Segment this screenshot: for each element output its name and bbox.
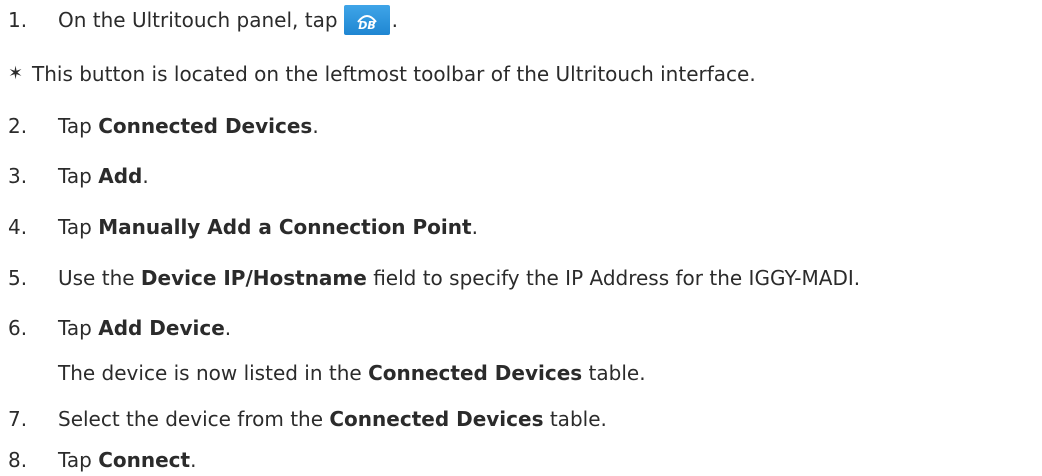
step-text: Tap Manually Add a Connection Point. bbox=[58, 215, 478, 239]
step-bold: Add bbox=[98, 164, 143, 188]
note-text: This button is located on the leftmost t… bbox=[32, 62, 756, 86]
star-icon: ✶ bbox=[8, 63, 24, 84]
step-text: Tap Connected Devices. bbox=[58, 114, 319, 138]
step-number: 7. bbox=[8, 407, 28, 431]
result-text: The device is now listed in the Connecte… bbox=[58, 361, 646, 385]
step-bold: Add Device bbox=[98, 316, 225, 340]
step-text-pre: On the Ultritouch panel, tap bbox=[58, 8, 338, 32]
step-bold: Manually Add a Connection Point bbox=[98, 215, 472, 239]
step-bold: Connected Devices bbox=[329, 407, 544, 431]
step-text: Tap Add. bbox=[58, 164, 149, 188]
step-number: 5. bbox=[8, 266, 28, 290]
step-text-post: . bbox=[391, 8, 398, 32]
result-bold: Connected Devices bbox=[368, 361, 583, 385]
step-bold: Connected Devices bbox=[98, 114, 313, 138]
step-number: 8. bbox=[8, 448, 28, 472]
step-text: On the Ultritouch panel, tap DB. bbox=[58, 4, 398, 37]
step-bold: Connect bbox=[98, 448, 191, 472]
step-text: Tap Add Device. bbox=[58, 316, 232, 340]
db-icon-label: DB bbox=[358, 19, 376, 32]
step-number: 4. bbox=[8, 215, 28, 239]
step-number: 2. bbox=[8, 114, 28, 138]
db-icon: DB bbox=[343, 4, 390, 35]
step-text: Select the device from the Connected Dev… bbox=[58, 407, 607, 431]
step-number: 6. bbox=[8, 316, 28, 340]
step-bold: Device IP/Hostname bbox=[140, 266, 367, 290]
step-number: 3. bbox=[8, 164, 28, 188]
step-text: Tap Connect. bbox=[58, 448, 197, 472]
step-number: 1. bbox=[8, 8, 28, 32]
step-text: Use the Device IP/Hostname field to spec… bbox=[58, 266, 861, 290]
